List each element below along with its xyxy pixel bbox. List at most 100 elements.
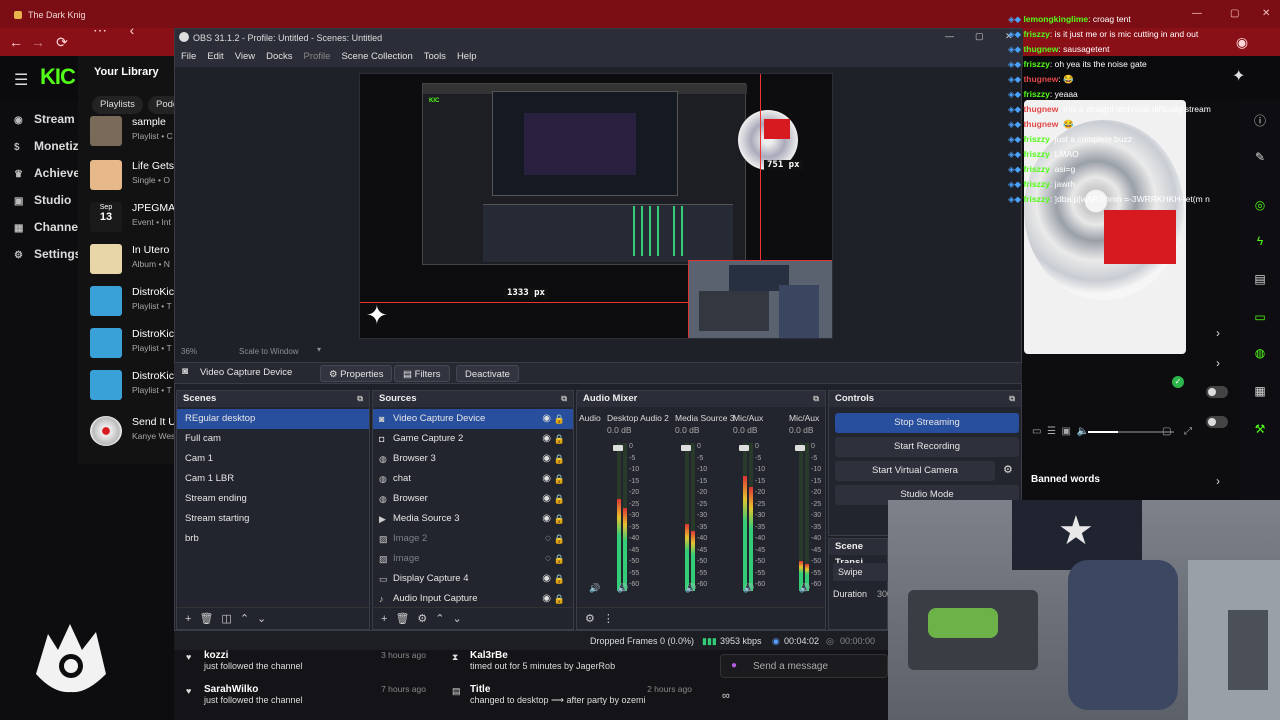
deactivate-button[interactable]: Deactivate: [456, 365, 519, 382]
add-source-icon[interactable]: +: [381, 613, 387, 625]
start-recording-button[interactable]: Start Recording: [835, 437, 1019, 457]
maximize-button[interactable]: ▢: [1230, 8, 1239, 19]
library-item[interactable]: DistroKic Playlist • T: [88, 366, 178, 404]
source-item[interactable]: ▨ Image ◌ 🔒: [373, 549, 573, 569]
chevron-left-icon[interactable]: ‹: [124, 22, 140, 38]
chat-username[interactable]: lemongkinglime: [1023, 14, 1088, 24]
sidebar-item[interactable]: ◉ Stream: [0, 110, 78, 137]
speaker-icon[interactable]: 🔊: [617, 583, 628, 594]
source-item[interactable]: ▭ Display Capture 4 ◉ 🔒: [373, 569, 573, 589]
queue-icon[interactable]: ☰: [1047, 426, 1056, 437]
broadcast-icon[interactable]: ◍: [1250, 346, 1270, 360]
chat-username[interactable]: thugnew: [1023, 104, 1058, 114]
stop-streaming-button[interactable]: Stop Streaming: [835, 413, 1019, 433]
add-scene-icon[interactable]: +: [185, 613, 191, 625]
source-item[interactable]: ▶ Media Source 3 ◉ 🔒: [373, 509, 573, 529]
lock-icon[interactable]: 🔒: [554, 469, 565, 489]
back-arrow-icon[interactable]: ←: [8, 34, 24, 50]
source-item[interactable]: ♪ Audio Input Capture ◉ 🔒: [373, 589, 573, 609]
chat-username[interactable]: friszzy: [1023, 194, 1049, 204]
lock-icon[interactable]: 🔒: [554, 409, 565, 429]
menu-scene-collection[interactable]: Scene Collection: [341, 47, 412, 67]
source-item[interactable]: ▨ Image 2 ◌ 🔒: [373, 529, 573, 549]
lock-icon[interactable]: 🔒: [554, 589, 565, 609]
pip-icon[interactable]: ▭: [1032, 426, 1041, 437]
volume-fader[interactable]: [739, 445, 749, 451]
properties-button[interactable]: ⚙ Properties: [320, 365, 393, 382]
lock-icon[interactable]: 🔒: [554, 429, 565, 449]
move-down-icon[interactable]: ⌄: [453, 613, 462, 625]
visibility-eye-icon[interactable]: ◉: [542, 509, 551, 529]
filter-scene-icon[interactable]: ◫: [221, 613, 231, 625]
speaker-icon[interactable]: 🔊: [685, 583, 696, 594]
transition-select[interactable]: Swipe: [833, 563, 889, 581]
info-icon[interactable]: ⓘ: [1250, 112, 1270, 129]
scene-item[interactable]: Cam 1 LBR: [177, 469, 369, 489]
visibility-eye-icon[interactable]: ◉: [542, 489, 551, 509]
speaker-icon[interactable]: 🔊: [589, 583, 600, 594]
menu-file[interactable]: File: [181, 47, 196, 67]
chat-username[interactable]: thugnew: [1023, 74, 1058, 84]
sidebar-item[interactable]: ♛ Achieve: [0, 164, 80, 191]
speaker-icon[interactable]: 🔊: [743, 583, 754, 594]
library-item[interactable]: DistroKic Playlist • T: [88, 324, 178, 362]
visibility-eye-icon[interactable]: ◉: [542, 589, 551, 609]
library-item[interactable]: sample Playlist • C: [88, 112, 178, 150]
library-item[interactable]: Life Gets Single • O: [88, 156, 178, 194]
chat-username[interactable]: friszzy: [1023, 89, 1049, 99]
mixer-menu-icon[interactable]: ⋮: [603, 613, 614, 625]
miniplayer-icon[interactable]: ▢: [1162, 426, 1171, 437]
pencil-icon[interactable]: ✎: [1250, 150, 1270, 164]
forward-arrow-icon[interactable]: →: [30, 34, 46, 50]
menu-docks[interactable]: Docks: [266, 47, 292, 67]
preview-scale-mode[interactable]: Scale to Window: [239, 347, 299, 356]
lock-icon[interactable]: 🔒: [554, 529, 565, 549]
advanced-audio-icon[interactable]: ⚙: [585, 613, 595, 625]
banned-words-link[interactable]: Banned words: [1031, 474, 1100, 485]
source-item[interactable]: ◍ Browser ◉ 🔒: [373, 489, 573, 509]
reload-icon[interactable]: ⟳: [54, 34, 70, 51]
scene-item[interactable]: Full cam: [177, 429, 369, 449]
chat-bubble-icon[interactable]: ▭: [1250, 310, 1270, 324]
browser-tab[interactable]: The Dark Knig: [8, 4, 208, 26]
sidebar-item[interactable]: ▦ Channel: [0, 218, 81, 245]
obs-maximize-icon[interactable]: ▢: [975, 31, 984, 42]
move-up-icon[interactable]: ⌃: [240, 613, 249, 625]
minimize-button[interactable]: —: [1192, 8, 1202, 19]
scene-item[interactable]: brb: [177, 529, 369, 549]
chat-username[interactable]: friszzy: [1023, 164, 1049, 174]
chat-username[interactable]: thugnew: [1023, 44, 1058, 54]
move-up-icon[interactable]: ⌃: [435, 613, 444, 625]
lock-icon[interactable]: 🔒: [554, 509, 565, 529]
scene-item[interactable]: Cam 1: [177, 449, 369, 469]
mascot-icon[interactable]: ✦: [1232, 66, 1245, 86]
float-dock-icon[interactable]: ⧉: [813, 391, 819, 407]
move-down-icon[interactable]: ⌄: [257, 613, 266, 625]
doc-icon[interactable]: ▤: [1250, 272, 1270, 286]
float-dock-icon[interactable]: ⧉: [357, 391, 363, 407]
scene-item[interactable]: REgular desktop: [177, 409, 369, 429]
bolt-icon[interactable]: ϟ: [1250, 234, 1270, 248]
menu-profile[interactable]: Profile: [304, 47, 331, 67]
visibility-eye-icon[interactable]: ◉: [542, 429, 551, 449]
scale-dropdown-icon[interactable]: ▾: [317, 345, 321, 354]
source-item[interactable]: ◍ Browser 3 ◉ 🔒: [373, 449, 573, 469]
float-dock-icon[interactable]: ⧉: [561, 391, 567, 407]
obs-preview[interactable]: KIC 751 px 1333 px ✦: [359, 73, 833, 339]
float-dock-icon[interactable]: ⧉: [1009, 391, 1015, 407]
chat-username[interactable]: friszzy: [1023, 149, 1049, 159]
chat-username[interactable]: thugnew: [1023, 119, 1058, 129]
layout-icon[interactable]: ▦: [1250, 384, 1270, 398]
source-item[interactable]: ◘ Game Capture 2 ◉ 🔒: [373, 429, 573, 449]
scene-item[interactable]: Stream starting: [177, 509, 369, 529]
chevron-right-icon[interactable]: ›: [1216, 356, 1220, 370]
obs-minimize-icon[interactable]: —: [945, 31, 954, 41]
kick-logo[interactable]: KIC: [40, 64, 76, 90]
menu-icon[interactable]: ☰: [14, 70, 28, 90]
device-icon[interactable]: ▣: [1062, 426, 1071, 437]
chat-username[interactable]: friszzy: [1023, 179, 1049, 189]
fullscreen-icon[interactable]: ⤢: [1184, 426, 1192, 437]
library-item[interactable]: Sep 13 JPEGMA Event • Int: [88, 198, 178, 236]
lock-icon[interactable]: 🔒: [554, 549, 565, 569]
menu-help[interactable]: Help: [457, 47, 477, 67]
